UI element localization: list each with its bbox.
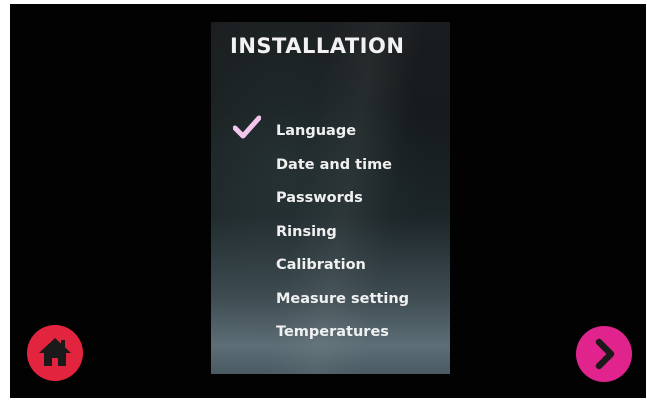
menu-item-label: Date and time (276, 156, 393, 173)
page-title: INSTALLATION (230, 34, 405, 58)
menu-item-calibration[interactable]: Calibration (211, 252, 450, 286)
menu-item-label: Calibration (276, 257, 366, 273)
menu-item-language[interactable]: Language (211, 115, 450, 152)
menu-item-measure-setting[interactable]: Measure setting (211, 286, 450, 320)
menu-item-label: Passwords (276, 190, 363, 206)
menu-item-temperatures[interactable]: Temperatures (211, 319, 450, 353)
home-icon (39, 338, 71, 366)
menu-item-passwords[interactable]: Passwords (211, 185, 450, 219)
device-screen: INSTALLATION Language Date and time Pass… (211, 22, 450, 374)
chevron-right-icon (595, 338, 615, 370)
menu-item-date-and-time[interactable]: Date and time (211, 152, 450, 186)
checkmark-icon (233, 115, 261, 139)
home-button[interactable] (27, 325, 83, 381)
menu-item-label: Measure setting (276, 290, 410, 307)
menu-item-label: Temperatures (276, 324, 389, 340)
menu-item-label: Language (276, 123, 357, 139)
next-button[interactable] (576, 326, 632, 382)
installation-menu: Language Date and time Passwords Rinsing… (211, 115, 450, 353)
menu-item-rinsing[interactable]: Rinsing (211, 219, 450, 253)
menu-item-label: Rinsing (276, 223, 337, 240)
